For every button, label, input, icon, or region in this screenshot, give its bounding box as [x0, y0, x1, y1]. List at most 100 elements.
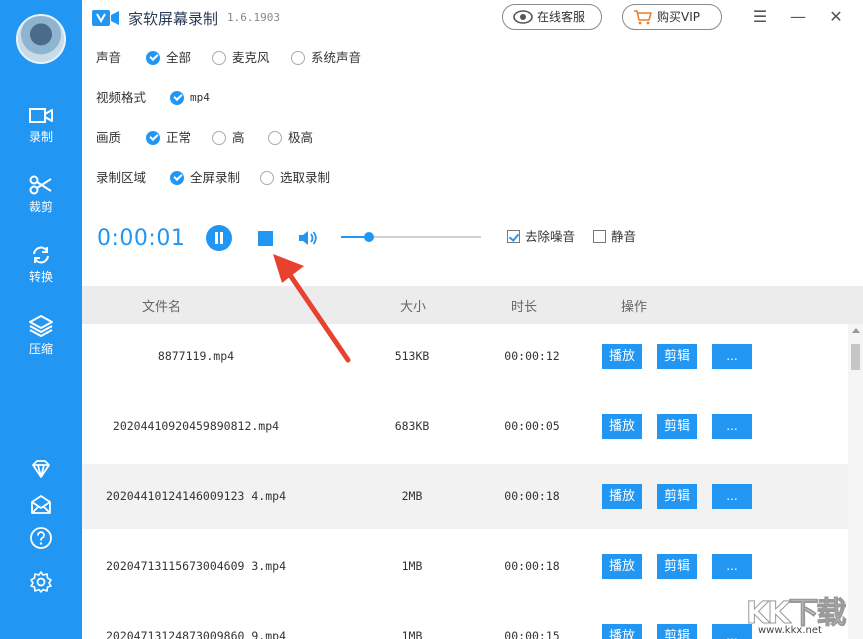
play-button[interactable]: 播放	[602, 414, 642, 439]
option-label: 全部	[166, 50, 192, 65]
file-duration: 00:00:18	[504, 489, 560, 503]
audio-option-system[interactable]: 系统声音	[291, 47, 361, 69]
file-duration: 00:00:05	[504, 419, 560, 433]
app-window: 录制 裁剪 转换 压缩 家软屏幕录制 1.6.1903 在线客服 购买VIP ☰…	[0, 0, 863, 639]
audio-option-all[interactable]: 全部	[146, 47, 191, 69]
option-label: 系统声音	[311, 50, 362, 65]
sidebar: 录制 裁剪 转换 压缩	[0, 0, 82, 639]
edit-button[interactable]: 剪辑	[657, 344, 697, 369]
radio-icon	[291, 51, 305, 65]
option-label: 高	[232, 130, 245, 145]
minimize-button[interactable]: —	[786, 6, 810, 30]
edit-button[interactable]: 剪辑	[657, 554, 697, 579]
option-label: 全屏录制	[190, 170, 241, 185]
audio-label: 声音	[96, 50, 122, 65]
quality-option-ultra[interactable]: 极高	[268, 127, 313, 149]
file-duration: 00:00:12	[504, 349, 560, 363]
sidebar-item-label: 录制	[28, 130, 53, 144]
watermark-url: www.kkx.net	[758, 625, 822, 636]
column-header-actions: 操作	[621, 300, 648, 315]
buy-vip-label: 购买VIP	[657, 10, 700, 24]
cart-icon	[634, 10, 652, 25]
mute-label: 静音	[611, 229, 637, 244]
volume-slider-knob[interactable]	[364, 232, 374, 242]
more-button[interactable]: ...	[712, 344, 752, 369]
radio-checked-icon	[146, 131, 160, 145]
annotation-arrow-icon	[273, 254, 351, 363]
record-icon	[29, 108, 53, 123]
scroll-thumb[interactable]	[851, 344, 860, 370]
column-header-size: 大小	[400, 300, 427, 315]
more-button[interactable]: ...	[712, 554, 752, 579]
sidebar-item-compress[interactable]: 压缩	[0, 314, 82, 357]
table-row: 20204713115673004609 3.mp4 1MB 00:00:18 …	[82, 534, 848, 599]
file-name: 20204713124873009860 9.mp4	[105, 629, 286, 639]
radio-icon	[212, 131, 226, 145]
edit-button[interactable]: 剪辑	[657, 414, 697, 439]
area-label: 录制区域	[96, 170, 147, 185]
denoise-checkbox[interactable]: 去除噪音	[507, 229, 575, 245]
help-icon[interactable]	[29, 526, 53, 550]
menu-button[interactable]: ☰	[748, 6, 772, 30]
volume-icon[interactable]	[297, 228, 319, 248]
area-option-fullscreen[interactable]: 全屏录制	[170, 167, 240, 189]
play-button[interactable]: 播放	[602, 344, 642, 369]
column-header-duration: 时长	[511, 300, 538, 315]
online-service-label: 在线客服	[537, 10, 586, 24]
buy-vip-button[interactable]: 购买VIP	[622, 4, 722, 30]
option-label: 正常	[166, 130, 192, 145]
play-button[interactable]: 播放	[602, 484, 642, 509]
quality-option-high[interactable]: 高	[212, 127, 245, 149]
more-button[interactable]: ...	[712, 414, 752, 439]
avatar[interactable]	[16, 14, 66, 64]
convert-icon	[33, 246, 49, 264]
file-table-body: 8877119.mp4 513KB 00:00:12 播放 剪辑 ... 202…	[82, 324, 848, 639]
recording-timer: 0:00:01	[97, 226, 186, 251]
scroll-up-arrow-icon[interactable]	[852, 328, 860, 333]
radio-icon	[260, 171, 274, 185]
eye-icon	[513, 10, 533, 24]
file-name: 20204410124146009123 4.mp4	[105, 489, 286, 503]
close-button[interactable]: ✕	[824, 6, 848, 30]
sidebar-item-record[interactable]: 录制	[0, 106, 82, 145]
volume-slider[interactable]	[341, 236, 481, 238]
option-label: mp4	[190, 91, 210, 104]
option-label: 极高	[288, 130, 314, 145]
online-service-button[interactable]: 在线客服	[502, 4, 602, 30]
radio-checked-icon	[146, 51, 160, 65]
mail-icon[interactable]	[29, 492, 53, 516]
play-button[interactable]: 播放	[602, 624, 642, 639]
table-row: 20204410920459890812.mp4 683KB 00:00:05 …	[82, 394, 848, 459]
table-row: 20204713124873009860 9.mp4 1MB 00:00:15 …	[82, 604, 848, 639]
sidebar-item-convert[interactable]: 转换	[0, 244, 82, 285]
format-option-mp4[interactable]: mp4	[170, 87, 210, 109]
format-label: 视频格式	[96, 90, 147, 105]
option-label: 麦克风	[232, 50, 270, 65]
edit-button[interactable]: 剪辑	[657, 484, 697, 509]
title-bar: 家软屏幕录制 1.6.1903 在线客服 购买VIP ☰ — ✕	[82, 0, 863, 36]
area-option-region[interactable]: 选取录制	[260, 167, 330, 189]
file-size: 1MB	[401, 559, 423, 573]
column-header-filename: 文件名	[142, 300, 182, 315]
edit-button[interactable]: 剪辑	[657, 624, 697, 639]
app-logo-icon	[92, 10, 119, 26]
app-version: 1.6.1903	[227, 11, 280, 24]
diamond-icon[interactable]	[29, 457, 53, 481]
mute-checkbox[interactable]: 静音	[593, 229, 636, 245]
quality-option-normal[interactable]: 正常	[146, 127, 191, 149]
table-row: 8877119.mp4 513KB 00:00:12 播放 剪辑 ...	[82, 324, 848, 389]
more-button[interactable]: ...	[712, 484, 752, 509]
file-name: 20204713115673004609 3.mp4	[105, 559, 286, 573]
stop-button[interactable]	[258, 231, 273, 246]
file-size: 683KB	[394, 419, 430, 433]
sidebar-item-label: 压缩	[28, 342, 53, 356]
pause-button[interactable]	[206, 225, 232, 251]
checkbox-icon	[593, 230, 606, 243]
sidebar-item-crop[interactable]: 裁剪	[0, 174, 82, 215]
audio-option-mic[interactable]: 麦克风	[212, 47, 270, 69]
file-duration: 00:00:18	[504, 559, 560, 573]
play-button[interactable]: 播放	[602, 554, 642, 579]
radio-icon	[212, 51, 226, 65]
denoise-label: 去除噪音	[525, 229, 576, 244]
settings-icon[interactable]	[29, 570, 53, 594]
